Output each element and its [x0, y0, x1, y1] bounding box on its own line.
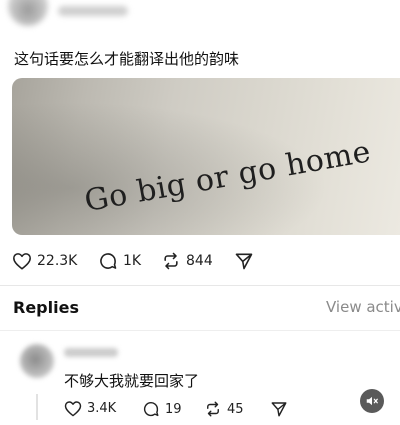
speech-bubble-icon	[143, 401, 159, 417]
reply-like-count: 3.4K	[87, 401, 117, 416]
like-button[interactable]: 22.3K	[12, 252, 77, 270]
reply-avatar[interactable]	[20, 344, 54, 378]
reply-like-button[interactable]: 3.4K	[64, 400, 116, 417]
post-text: 这句话要怎么才能翻译出他的韵味	[14, 50, 240, 68]
reply-comment-button[interactable]: 19	[142, 400, 182, 418]
view-activity-link[interactable]: View activi	[326, 298, 400, 316]
thread-line	[36, 394, 38, 420]
mute-toggle-button[interactable]	[360, 389, 384, 413]
reply-comment-count: 19	[165, 401, 182, 417]
replies-tab[interactable]: Replies	[13, 298, 79, 317]
section-divider	[0, 285, 400, 286]
author-header	[0, 0, 400, 36]
author-avatar[interactable]	[8, 0, 48, 26]
reply-text: 不够大我就要回家了	[64, 372, 200, 390]
replies-divider	[0, 330, 400, 331]
mute-icon	[366, 396, 378, 406]
comment-button[interactable]: 1K	[98, 251, 141, 271]
repost-icon	[207, 401, 219, 417]
author-name-blurred	[58, 6, 128, 16]
like-count: 22.3K	[37, 253, 78, 269]
paper-plane-icon	[271, 402, 287, 417]
reply-author-name-blurred	[64, 348, 118, 357]
reply-repost-button[interactable]: 45	[204, 400, 244, 418]
reply-share-button[interactable]	[270, 400, 288, 418]
paper-plane-icon	[235, 253, 253, 270]
repost-icon	[164, 252, 178, 270]
comment-count: 1K	[123, 253, 142, 269]
heart-icon	[13, 253, 31, 270]
repost-button[interactable]: 844	[161, 251, 213, 271]
speech-bubble-icon	[100, 253, 117, 269]
post-image[interactable]: Go big or go home	[12, 78, 400, 235]
share-button[interactable]	[234, 251, 254, 271]
reply-repost-count: 45	[227, 401, 244, 417]
heart-icon	[64, 401, 82, 417]
repost-count: 844	[186, 253, 213, 269]
